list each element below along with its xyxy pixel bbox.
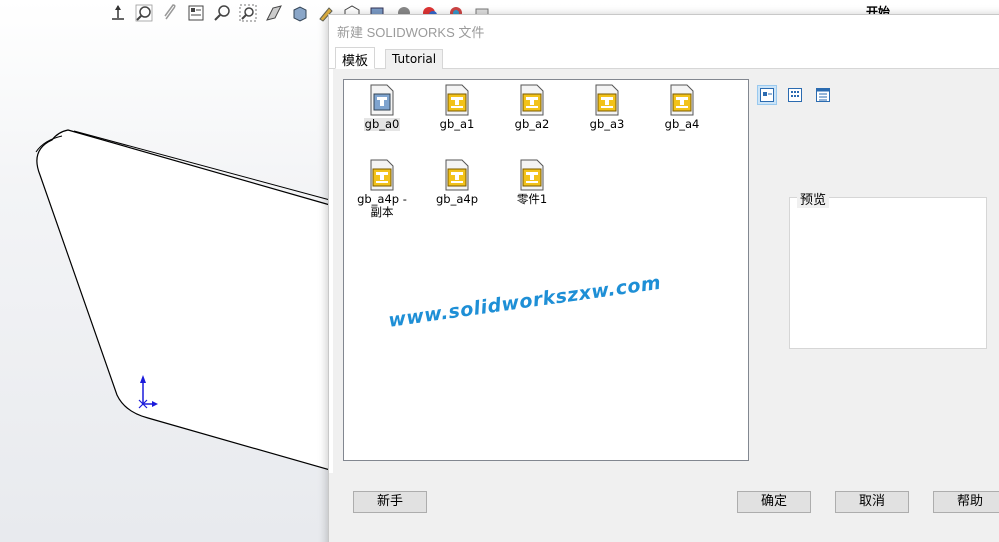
help-button[interactable]: 帮助 (933, 491, 999, 513)
template-label: gb_a4p (435, 192, 478, 206)
tab-panel: gb_a0 gb_a1 gb_a2 gb_a3 gb_a4 gb_a4p - 副… (333, 69, 999, 473)
template-tabs: 模板 Tutorial (329, 47, 999, 69)
template-label: gb_a4 (664, 117, 700, 131)
tab-tutorial[interactable]: Tutorial (385, 49, 444, 69)
drawing-template-icon (595, 84, 619, 116)
template-label: gb_a1 (439, 117, 475, 131)
template-item[interactable]: gb_a0 (344, 84, 420, 131)
template-label: gb_a4p - 副本 (357, 192, 407, 219)
template-label: gb_a2 (514, 117, 550, 131)
dialog-footer: 新手 确定 取消 帮助 (329, 473, 999, 542)
preview-panel (789, 197, 987, 349)
new-document-dialog: 新建 SOLIDWORKS 文件 模板 Tutorial gb_a0 gb_a1… (328, 14, 999, 542)
template-item[interactable]: gb_a4 (644, 84, 720, 131)
template-label: 零件1 (516, 192, 548, 206)
template-item[interactable]: 零件1 (494, 159, 570, 206)
zoom-selection-icon[interactable] (238, 3, 258, 23)
drawing-template-icon (520, 84, 544, 116)
large-icons-icon[interactable] (757, 85, 777, 105)
list-icon[interactable] (785, 85, 805, 105)
zoom-to-fit-icon[interactable] (134, 3, 154, 23)
template-item[interactable]: gb_a1 (419, 84, 495, 131)
watermark-text: www.solidworkszxw.com (387, 271, 663, 332)
template-label: gb_a0 (363, 117, 401, 131)
zoom-area-icon[interactable] (212, 3, 232, 23)
normal-to-icon[interactable] (108, 3, 128, 23)
ok-button[interactable]: 确定 (737, 491, 811, 513)
details-icon[interactable] (813, 85, 833, 105)
attach-icon[interactable] (160, 3, 180, 23)
drawing-template-icon (520, 159, 544, 191)
section-view-icon[interactable] (264, 3, 284, 23)
template-item[interactable]: gb_a2 (494, 84, 570, 131)
drawing-template-icon (670, 84, 694, 116)
drawing-template-icon (445, 84, 469, 116)
shaded-display-icon[interactable] (290, 3, 310, 23)
preview-label: 预览 (797, 189, 830, 208)
template-item[interactable]: gb_a3 (569, 84, 645, 131)
view-table-icon[interactable] (186, 3, 206, 23)
drawing-template-icon (370, 159, 394, 191)
novice-button[interactable]: 新手 (353, 491, 427, 513)
template-item[interactable]: gb_a4p (419, 159, 495, 206)
template-item[interactable]: gb_a4p - 副本 (344, 159, 420, 219)
view-mode-toggles (757, 85, 833, 105)
dialog-title: 新建 SOLIDWORKS 文件 (337, 25, 485, 40)
part-template-icon (370, 84, 394, 116)
template-label: gb_a3 (589, 117, 625, 131)
drawing-template-icon (445, 159, 469, 191)
cancel-button[interactable]: 取消 (835, 491, 909, 513)
tab-templates[interactable]: 模板 (335, 47, 376, 69)
template-list[interactable]: gb_a0 gb_a1 gb_a2 gb_a3 gb_a4 gb_a4p - 副… (343, 79, 749, 461)
